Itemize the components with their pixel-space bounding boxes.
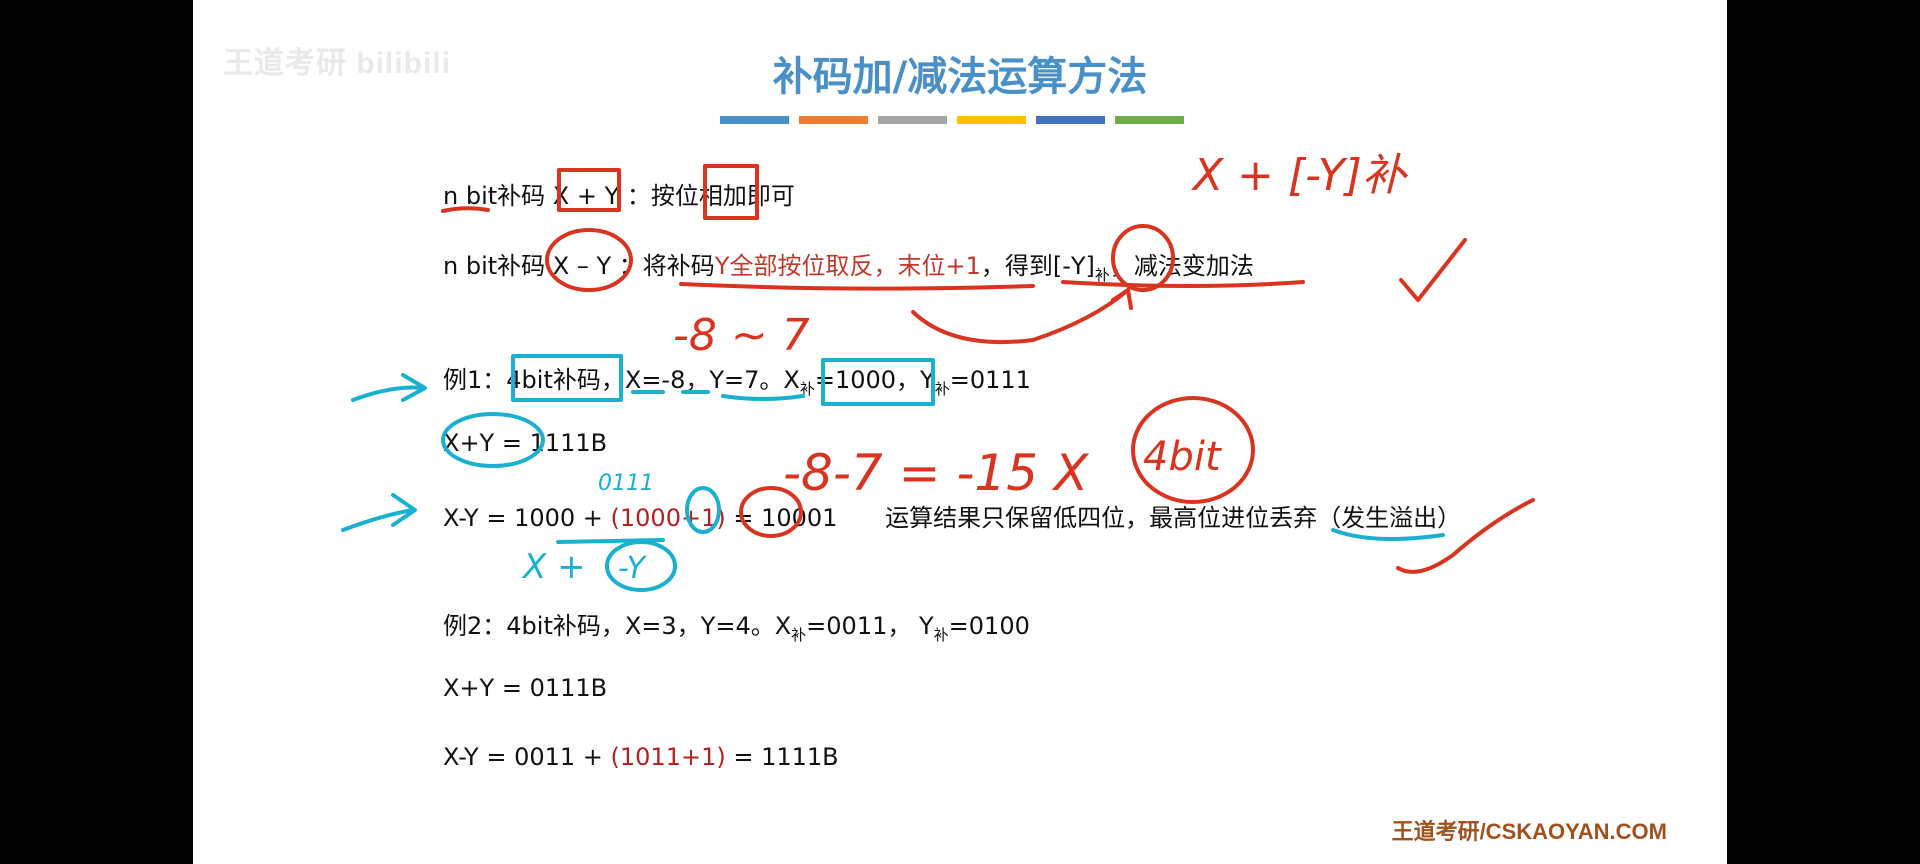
text: = 1111B bbox=[725, 743, 839, 771]
text: =0011， Y bbox=[806, 612, 934, 640]
text: = 10001 bbox=[725, 504, 838, 532]
text: 运算结果只保留低四位，最高位进位丢弃（发生溢出） bbox=[885, 504, 1462, 532]
underline-mark bbox=[556, 538, 665, 544]
rule-addition: n bit补码 X + Y ：按位相加即可 bbox=[443, 176, 795, 211]
text: ：按位相加即可 bbox=[626, 182, 795, 210]
handwritten-note: X + [-Y]补 bbox=[1191, 150, 1409, 201]
text: 4bit补码 bbox=[506, 366, 601, 394]
highlight-text: (1000+1) bbox=[610, 504, 726, 532]
color-bar bbox=[957, 116, 1026, 124]
subscript: 补 bbox=[799, 380, 815, 398]
text: =0100 bbox=[948, 612, 1030, 640]
example-1-sub: X-Y = 1000 + (1000+1) = 10001 运算结果只保留低四位… bbox=[443, 498, 1461, 533]
handwritten-note: X + bbox=[521, 547, 586, 587]
example-2-sub: X-Y = 0011 + (1011+1) = 1111B bbox=[443, 743, 839, 771]
example-1-add: X+Y = 1111B bbox=[443, 429, 607, 457]
text: ，X=-8，Y=7。X bbox=[600, 366, 800, 394]
text: =0111 bbox=[949, 366, 1031, 394]
handwritten-note: 0111 bbox=[598, 471, 654, 496]
highlight-text: Y全部按位取反，末位+1 bbox=[714, 252, 981, 280]
subscript: 补 bbox=[933, 626, 949, 644]
text: =1000，Y bbox=[814, 366, 935, 394]
rule-subtraction: n bit补码 X – Y ：将补码Y全部按位取反，末位+1，得到[-Y]补，减… bbox=[443, 246, 1254, 285]
text: n bit补码 bbox=[443, 252, 546, 280]
handwritten-note: -8 ~ 7 bbox=[673, 310, 810, 361]
text: ：将补码 bbox=[618, 252, 715, 280]
circle-mark bbox=[1131, 396, 1255, 504]
highlight-text: (1011+1) bbox=[610, 743, 726, 771]
text: X + Y bbox=[552, 182, 620, 210]
color-bar bbox=[1036, 116, 1105, 124]
text: ，得到 bbox=[980, 252, 1053, 280]
subscript: 补 bbox=[934, 380, 950, 398]
color-bar bbox=[878, 116, 947, 124]
slide: 王道考研 bilibili 补码加/减法运算方法 n bit补码 X + Y ：… bbox=[193, 0, 1727, 864]
handwritten-note: 4bit bbox=[1143, 434, 1222, 480]
text: 例1： bbox=[443, 366, 507, 394]
text: X+Y = 1111B bbox=[443, 429, 608, 457]
arrow-mark bbox=[1111, 288, 1133, 310]
slide-title: 补码加/减法运算方法 bbox=[772, 54, 1148, 100]
subscript: 补 bbox=[791, 626, 807, 644]
example-2-add: X+Y = 0111B bbox=[443, 674, 607, 702]
arrow-mark bbox=[911, 288, 1130, 344]
text: ，减法变加法 bbox=[1109, 252, 1254, 280]
handwritten-note: -8-7 = -15 X bbox=[783, 444, 1090, 502]
color-bar bbox=[720, 116, 789, 124]
title-color-bars bbox=[720, 116, 1184, 124]
example-2: 例2：4bit补码，X=3，Y=4。X补=0011， Y补=0100 bbox=[443, 606, 1030, 645]
text: X-Y = 1000 + bbox=[443, 504, 611, 532]
text: X+Y = 0111B bbox=[443, 674, 608, 702]
subscript: 补 bbox=[1094, 266, 1110, 284]
handwritten-note: -Y bbox=[618, 551, 648, 586]
example-1: 例1：4bit补码，X=-8，Y=7。X补=1000，Y补=0111 bbox=[443, 360, 1031, 399]
footer-brand: 王道考研/CSKAOYAN.COM bbox=[1391, 819, 1667, 844]
check-mark bbox=[1399, 238, 1467, 302]
text: n bit补码 bbox=[443, 182, 546, 210]
handwriting-overlay: X + [-Y]补 -8 ~ 7 -8-7 = -15 X 4bit 0111 … bbox=[341, 150, 1535, 592]
arrow-mark bbox=[391, 493, 417, 527]
circle-mark bbox=[605, 540, 677, 592]
text: X – Y bbox=[552, 252, 612, 280]
text: X-Y = 0011 + bbox=[443, 743, 611, 771]
text: 例2：4bit补码，X=3，Y=4。X bbox=[443, 612, 792, 640]
color-bar bbox=[799, 116, 868, 124]
arrow-mark bbox=[341, 508, 415, 532]
text: [-Y] bbox=[1052, 252, 1095, 280]
color-bar bbox=[1115, 116, 1184, 124]
arrow-mark bbox=[401, 373, 427, 402]
arrow-mark bbox=[351, 385, 425, 402]
